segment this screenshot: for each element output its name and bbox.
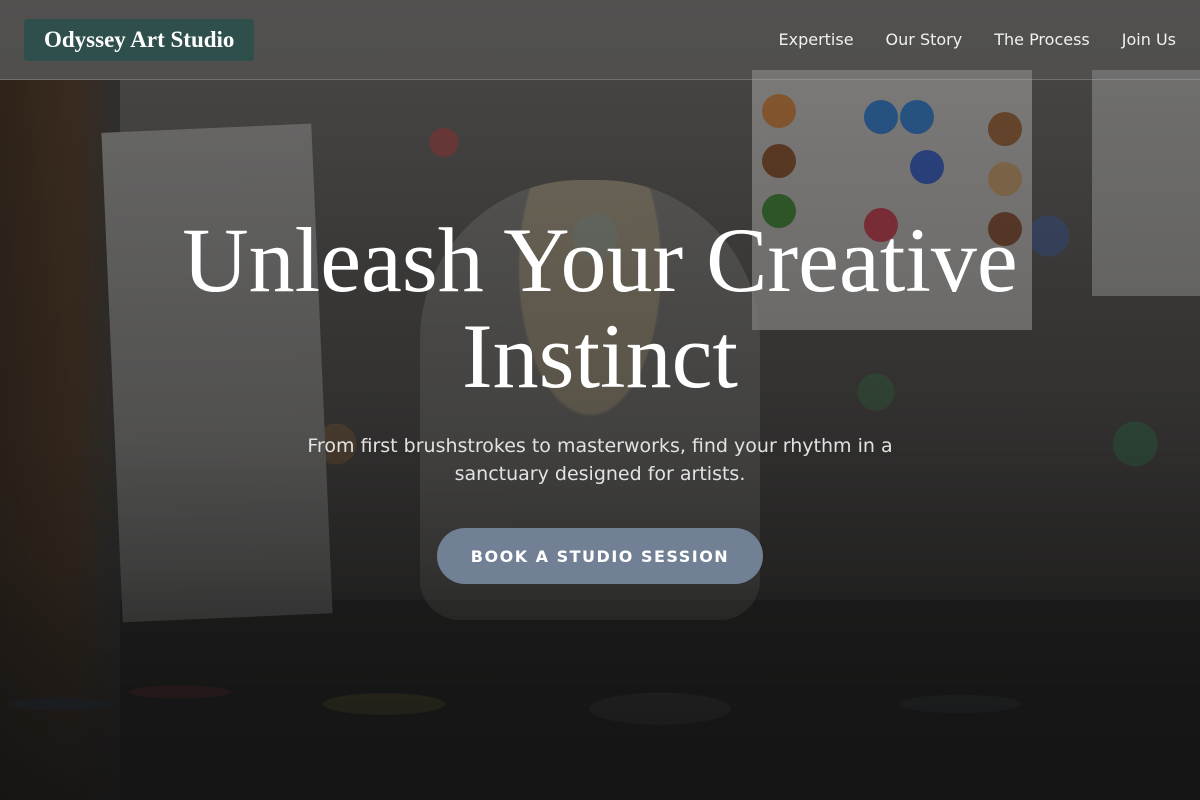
hero-subtitle: From first brushstrokes to masterworks, …: [307, 435, 893, 485]
hero-title: Unleash Your Creative Instinct: [182, 209, 1018, 407]
book-studio-session-button[interactable]: BOOK A STUDIO SESSION: [437, 528, 763, 584]
hero-section: Unleash Your Creative Instinct From firs…: [0, 0, 1200, 800]
